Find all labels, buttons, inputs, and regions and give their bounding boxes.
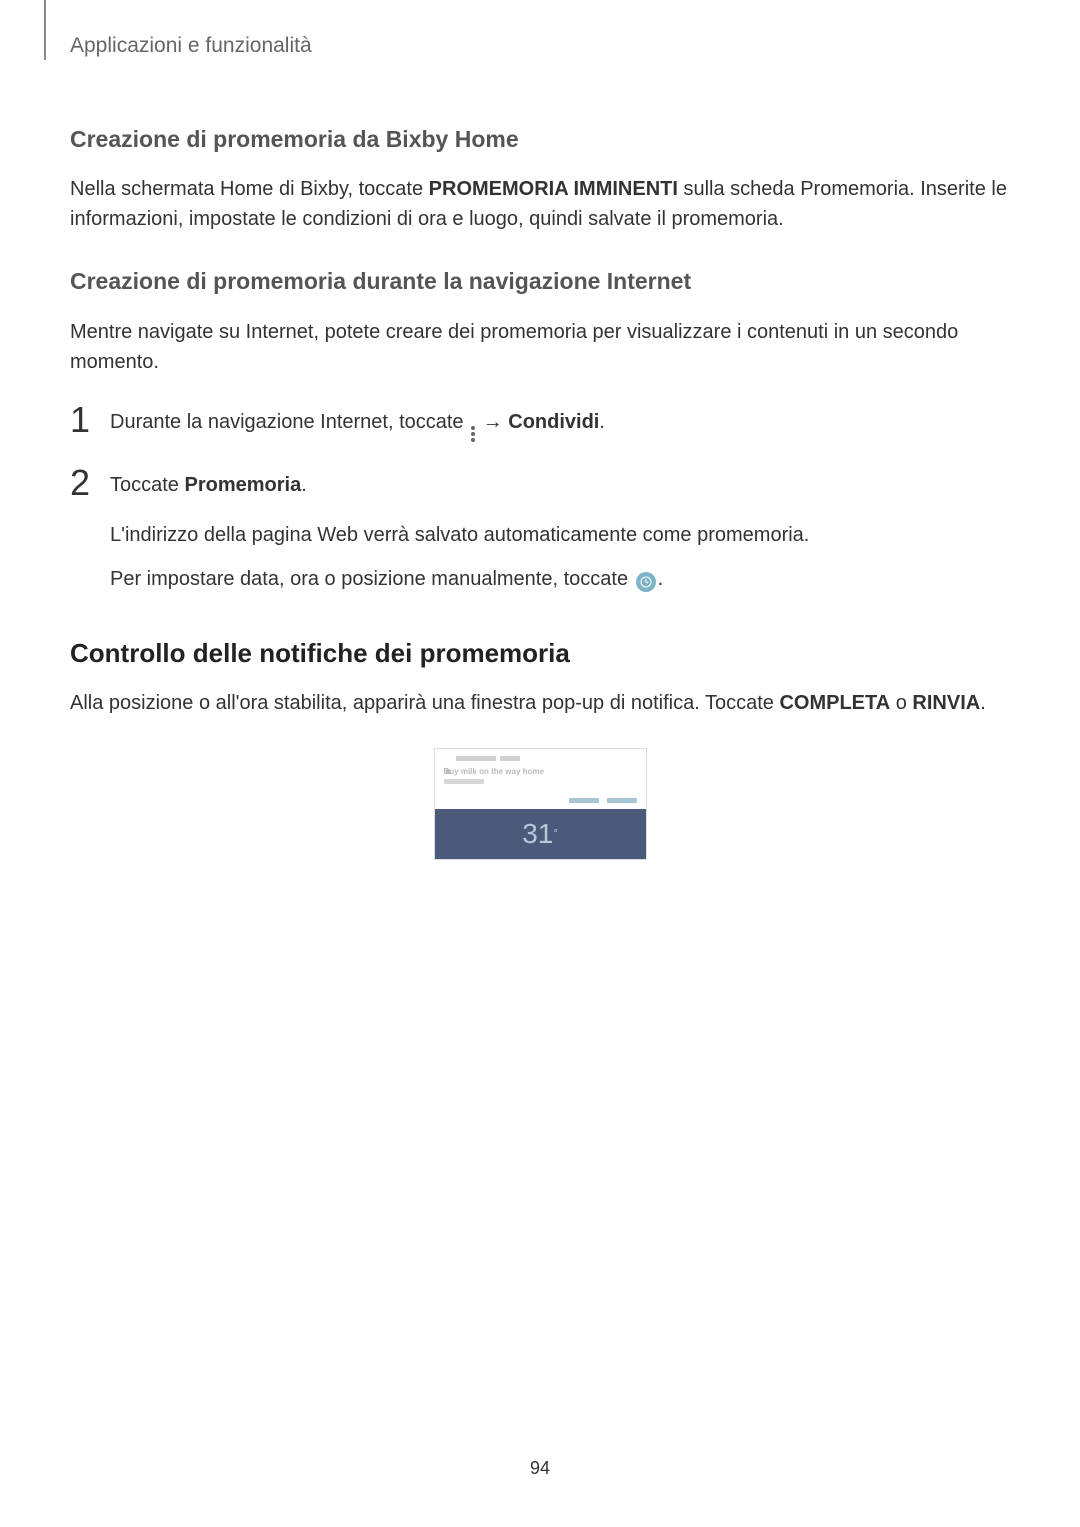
text: o bbox=[890, 692, 912, 714]
complete-button bbox=[607, 798, 637, 803]
section-internet-intro: Mentre navigate su Internet, potete crea… bbox=[70, 317, 1010, 377]
section-title-internet: Creazione di promemoria durante la navig… bbox=[70, 264, 1010, 299]
text: Toccate bbox=[110, 474, 184, 496]
notification-buttons bbox=[435, 794, 646, 809]
notification-screenshot: Buy milk on the way home 31° bbox=[434, 748, 647, 861]
notification-time-label bbox=[500, 756, 520, 761]
clock-icon bbox=[636, 572, 656, 592]
notification-card: Buy milk on the way home bbox=[435, 749, 646, 795]
text: . bbox=[658, 568, 664, 590]
page-number: 94 bbox=[0, 1455, 1080, 1482]
step-2: 2 Toccate Promemoria. bbox=[70, 470, 1010, 510]
text: . bbox=[301, 474, 307, 496]
bell-icon bbox=[444, 755, 452, 763]
step-number: 1 bbox=[70, 402, 110, 438]
snooze-button bbox=[569, 798, 599, 803]
text: . bbox=[980, 692, 986, 714]
notification-header bbox=[444, 755, 637, 763]
text: Alla posizione o all'ora stabilita, appa… bbox=[70, 692, 779, 714]
notification-title: Buy milk on the way home bbox=[444, 767, 637, 777]
step-2-text: Toccate Promemoria. bbox=[110, 470, 1010, 500]
page-content: Applicazioni e funzionalità Creazione di… bbox=[0, 0, 1080, 860]
notification-app-label bbox=[456, 756, 496, 761]
weather-temperature: 31 bbox=[522, 813, 553, 855]
text: Nella schermata Home di Bixby, toccate bbox=[70, 178, 429, 200]
section-bixby-text: Nella schermata Home di Bixby, toccate P… bbox=[70, 174, 1010, 234]
step-1-text: Durante la navigazione Internet, toccate… bbox=[110, 407, 1010, 442]
text-bold: Condividi bbox=[508, 411, 599, 433]
notification-subtitle bbox=[444, 778, 637, 789]
page-corner-mark bbox=[44, 0, 46, 60]
arrow: → bbox=[477, 411, 508, 433]
section-title-bixby: Creazione di promemoria da Bixby Home bbox=[70, 122, 1010, 157]
step-2-sub-2: Per impostare data, ora o posizione manu… bbox=[110, 564, 1010, 594]
step-1: 1 Durante la navigazione Internet, tocca… bbox=[70, 407, 1010, 452]
text-bold: RINVIA bbox=[912, 692, 980, 714]
step-number: 2 bbox=[70, 465, 110, 501]
chapter-title: Applicazioni e funzionalità bbox=[70, 30, 1010, 62]
weather-widget: 31° bbox=[435, 809, 646, 859]
text: Per impostare data, ora o posizione manu… bbox=[110, 568, 634, 590]
subheading-notifications: Controllo delle notifiche dei promemoria bbox=[70, 634, 1010, 673]
text: . bbox=[599, 411, 605, 433]
more-options-icon bbox=[471, 426, 475, 442]
step-2-sub-1: L'indirizzo della pagina Web verrà salva… bbox=[110, 520, 1010, 550]
weather-degree: ° bbox=[553, 826, 557, 843]
text-bold: PROMEMORIA IMMINENTI bbox=[429, 178, 678, 200]
text-bold: Promemoria bbox=[184, 474, 301, 496]
text: Durante la navigazione Internet, toccate bbox=[110, 411, 469, 433]
section-notifications-text: Alla posizione o all'ora stabilita, appa… bbox=[70, 688, 1010, 718]
text-bold: COMPLETA bbox=[779, 692, 890, 714]
